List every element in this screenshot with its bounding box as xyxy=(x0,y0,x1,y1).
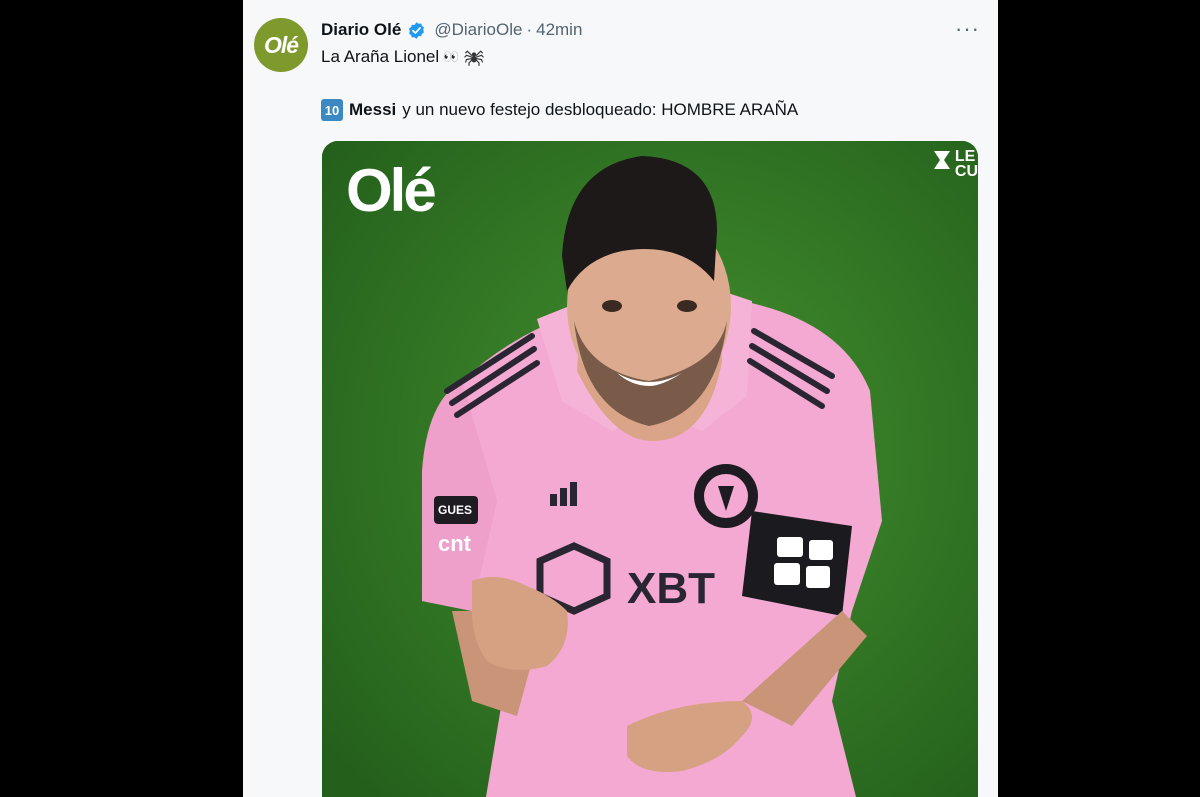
tweet-text: y un nuevo festejo desbloqueado: HOMBRE … xyxy=(402,100,799,119)
avatar-text: Olé xyxy=(263,31,299,58)
avatar[interactable]: Olé xyxy=(254,18,308,72)
separator: · xyxy=(526,20,533,39)
corner-logo-top: LE xyxy=(954,148,976,165)
jersey-sponsor: XBT xyxy=(627,564,715,613)
corner-logo: LE CU xyxy=(932,148,978,180)
player-photo: XBT cnt GUES xyxy=(322,141,978,797)
eyes-emoji-icon: 👀 xyxy=(443,49,461,64)
tweet-text-line-1: La Araña Lionel 👀 xyxy=(321,47,485,67)
keycap-ten-icon: 10 xyxy=(321,99,343,121)
tweet-text: La Araña Lionel xyxy=(321,47,440,66)
handle[interactable]: @DiarioOle xyxy=(434,20,522,40)
corner-logo-bottom: CU xyxy=(954,163,978,180)
media-image[interactable]: XBT cnt GUES Olé LE CU xyxy=(322,141,978,797)
sleeve-badge-text: GUES xyxy=(438,503,472,517)
tweet-text-line-2: 10 Messi y un nuevo festejo desbloqueado… xyxy=(321,99,798,121)
hourglass-logo-icon xyxy=(933,151,950,169)
timestamp[interactable]: 42min xyxy=(536,20,582,40)
ole-watermark: Olé xyxy=(346,157,437,224)
tweet-text-bold: Messi xyxy=(349,100,397,119)
tweet-card[interactable]: Olé Diario Olé @DiarioOle · 42min ··· La… xyxy=(243,0,998,797)
sleeve-sponsor: cnt xyxy=(438,531,472,556)
tweet-header: Diario Olé @DiarioOle · 42min xyxy=(321,18,582,42)
display-name[interactable]: Diario Olé xyxy=(321,20,401,40)
spider-emoji-icon xyxy=(464,50,485,66)
more-icon[interactable]: ··· xyxy=(955,18,980,40)
verified-badge-icon xyxy=(409,21,425,39)
